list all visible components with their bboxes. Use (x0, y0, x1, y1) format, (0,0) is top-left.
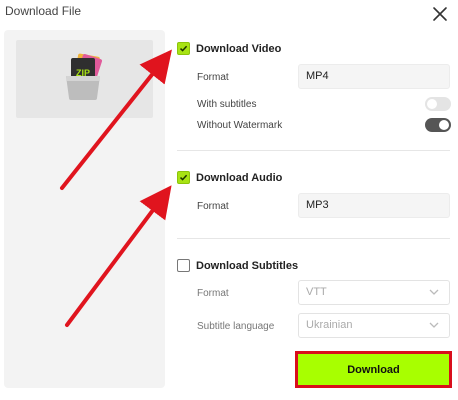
with-subtitles-toggle[interactable] (425, 97, 451, 111)
preview-panel: ZIP (4, 30, 165, 388)
audio-format-select[interactable]: MP3 (298, 193, 450, 218)
video-format-value: MP4 (306, 70, 329, 82)
section-divider (177, 150, 450, 151)
video-format-select[interactable]: MP4 (298, 64, 450, 89)
zip-archive-icon: ZIP (66, 53, 103, 100)
section-divider (177, 238, 450, 239)
download-video-option[interactable]: Download Video (177, 42, 281, 55)
subtitle-language-label: Subtitle language (197, 321, 275, 332)
download-video-checkbox[interactable] (177, 42, 190, 55)
with-subtitles-label: With subtitles (197, 99, 257, 110)
download-subtitles-checkbox[interactable] (177, 259, 190, 272)
preview-thumbnail: ZIP (16, 40, 153, 118)
without-watermark-label: Without Watermark (197, 120, 283, 131)
download-audio-label: Download Audio (196, 171, 283, 184)
video-format-label: Format (197, 72, 229, 83)
download-video-label: Download Video (196, 42, 282, 55)
dialog-title: Download File (5, 4, 82, 18)
download-subtitles-option[interactable]: Download Subtitles (177, 259, 298, 272)
subtitle-language-value: Ukrainian (306, 319, 353, 331)
without-watermark-toggle[interactable] (425, 118, 451, 132)
close-icon[interactable] (428, 2, 452, 26)
download-file-dialog: Download File ZIP Download Video Format … (0, 0, 458, 400)
audio-format-value: MP3 (306, 199, 329, 211)
chevron-down-icon (429, 289, 439, 295)
download-audio-checkbox[interactable] (177, 171, 190, 184)
subtitle-format-value: VTT (306, 286, 327, 298)
chevron-down-icon (429, 322, 439, 328)
download-audio-option[interactable]: Download Audio (177, 171, 282, 184)
download-button[interactable]: Download (295, 351, 452, 388)
download-subtitles-label: Download Subtitles (196, 259, 299, 272)
download-button-label: Download (347, 363, 400, 376)
audio-format-label: Format (197, 201, 229, 212)
subtitle-format-label: Format (197, 288, 229, 299)
subtitle-language-select[interactable]: Ukrainian (298, 313, 450, 338)
subtitle-format-select[interactable]: VTT (298, 280, 450, 305)
